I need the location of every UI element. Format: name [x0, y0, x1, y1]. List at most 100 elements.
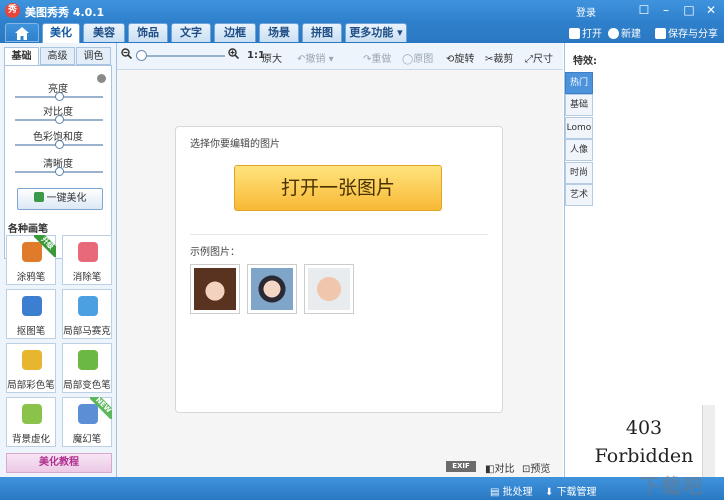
brush-recolor[interactable]: 局部变色笔 [62, 343, 112, 393]
tab-beautify[interactable]: 美化 [42, 23, 80, 43]
login-link[interactable]: 登录 [576, 4, 596, 19]
original-size-button[interactable]: 原大 [262, 50, 282, 65]
beautify-tutorial-button[interactable]: 美化教程 [6, 453, 112, 473]
close-icon[interactable]: ✕ [702, 2, 720, 19]
zoom-out-icon[interactable] [121, 48, 133, 62]
one-click-label: 一键美化 [46, 193, 87, 204]
size-label: 尺寸 [533, 54, 553, 65]
exif-button[interactable]: EXIF [446, 461, 476, 472]
sample-image-3[interactable] [304, 264, 354, 314]
brush-label: 消除笔 [72, 272, 102, 283]
effects-tab-portrait[interactable]: 人像 [565, 139, 593, 161]
new-button[interactable]: 新建 [608, 25, 641, 40]
crop-label: 裁剪 [493, 54, 514, 65]
original-button[interactable]: ◯原图 [402, 50, 433, 65]
tab-accessories[interactable]: 饰品 [128, 23, 168, 42]
download-manager-button[interactable]: ⬇ 下载管理 [545, 483, 597, 498]
download-label: 下载管理 [556, 487, 597, 498]
save-share-button[interactable]: 保存与分享 [655, 25, 718, 40]
cutout-pen-icon [22, 296, 42, 316]
brush-label: 抠图笔 [16, 326, 46, 337]
save-share-label: 保存与分享 [668, 29, 718, 40]
effects-tab-fashion[interactable]: 时尚 [565, 162, 593, 184]
batch-icon: ▤ [490, 487, 503, 498]
effects-tab-basic[interactable]: 基础 [565, 94, 593, 116]
undo-button[interactable]: ↶撤销 ▾ [297, 50, 334, 65]
eye-icon: ◯ [402, 54, 414, 65]
brush-label: 局部马赛克 [63, 326, 111, 337]
left-panel: 基础 高级 调色 亮度 对比度 色彩饱和度 清晰度 一键美化 各种画笔 升级 涂… [0, 43, 117, 477]
brush-label: 魔幻笔 [72, 434, 102, 445]
tab-beauty[interactable]: 美容 [83, 23, 125, 42]
subtab-advanced[interactable]: 高级 [40, 47, 75, 65]
status-bar: ▤ 批处理 ⬇ 下载管理 [0, 477, 724, 500]
effects-title: 特效: [573, 56, 597, 67]
upgrade-badge: 升级 [34, 235, 56, 257]
home-tab[interactable] [5, 23, 39, 42]
brush-label: 背景虚化 [11, 434, 50, 445]
tab-text[interactable]: 文字 [171, 23, 211, 42]
crop-button[interactable]: ✂裁剪 [485, 50, 513, 65]
brush-color-pen[interactable]: 局部彩色笔 [6, 343, 56, 393]
brush-label: 局部彩色笔 [7, 380, 55, 391]
brush-blur-background[interactable]: 背景虚化 [6, 397, 56, 447]
app-logo-icon: 秀 [5, 3, 20, 18]
error-code: 403 [625, 417, 663, 439]
contrast-slider[interactable] [15, 115, 103, 124]
maximize-icon[interactable]: □ [680, 2, 698, 19]
tab-scenes[interactable]: 场景 [259, 23, 299, 42]
brush-magic[interactable]: NEW 魔幻笔 [62, 397, 112, 447]
zoom-slider-thumb[interactable] [136, 50, 147, 61]
minimize-icon[interactable]: – [657, 2, 675, 19]
app-title: 美图秀秀 4.0.1 [25, 6, 105, 19]
brush-doodle[interactable]: 升级 涂鸦笔 [6, 235, 56, 285]
brush-mosaic[interactable]: 局部马赛克 [62, 289, 112, 339]
tab-frames[interactable]: 边框 [214, 23, 256, 42]
subtab-basic[interactable]: 基础 [4, 47, 39, 65]
chevron-down-icon: ▾ [325, 54, 334, 65]
brushes-title: 各种画笔 [8, 224, 48, 235]
batch-button[interactable]: ▤ 批处理 [490, 483, 533, 498]
brightness-slider[interactable] [15, 92, 103, 101]
rotate-button[interactable]: ⟲旋转 [446, 50, 474, 65]
sample-image-2[interactable] [247, 264, 297, 314]
brush-eraser[interactable]: 消除笔 [62, 235, 112, 285]
effects-scrollbar[interactable] [702, 405, 715, 477]
contrast-slider-thumb[interactable] [54, 115, 64, 124]
zoom-slider[interactable] [139, 55, 225, 57]
preview-button[interactable]: ⊡预览 [522, 460, 550, 475]
effects-tab-art[interactable]: 艺术 [565, 184, 593, 206]
subtab-color[interactable]: 调色 [76, 47, 111, 65]
tab-more[interactable]: 更多功能 ▾ [345, 23, 407, 42]
folder-icon [569, 28, 580, 39]
blur-background-icon [22, 404, 42, 424]
sample-image-1[interactable] [190, 264, 240, 314]
one-click-beautify-button[interactable]: 一键美化 [17, 188, 103, 210]
skin-icon[interactable]: ☐ [635, 2, 653, 19]
open-image-button[interactable]: 打开一张图片 [234, 165, 442, 211]
divider [190, 234, 488, 235]
tab-collage[interactable]: 拼图 [302, 23, 342, 42]
sharpness-slider[interactable] [15, 167, 103, 176]
brush-cutout[interactable]: 抠图笔 [6, 289, 56, 339]
card-hint: 选择你要编辑的图片 [190, 139, 280, 150]
size-button[interactable]: ⤢尺寸 [525, 50, 553, 65]
effects-tab-lomo[interactable]: Lomo [565, 117, 593, 139]
mosaic-icon [78, 296, 98, 316]
download-icon: ⬇ [545, 487, 557, 498]
open-button[interactable]: 打开 [569, 25, 602, 40]
watermark: 下载吧 [640, 474, 703, 498]
brightness-slider-thumb[interactable] [54, 92, 64, 101]
title-bar: 秀 美图秀秀 4.0.1 登录 ☐ – □ ✕ [0, 0, 724, 22]
sharpness-slider-thumb[interactable] [54, 167, 64, 176]
open-image-card: 选择你要编辑的图片 打开一张图片 示例图片： [175, 126, 503, 413]
color-pen-icon [22, 350, 42, 370]
saturation-slider-thumb[interactable] [54, 140, 64, 149]
error-text: Forbidden [594, 445, 694, 467]
redo-button[interactable]: ↷重做 [363, 50, 391, 65]
zoom-in-icon[interactable] [228, 48, 240, 62]
compare-button[interactable]: ◧对比 [485, 460, 514, 475]
saturation-slider[interactable] [15, 140, 103, 149]
effects-tab-hot[interactable]: 热门 [565, 72, 593, 94]
eraser-icon [78, 242, 98, 262]
